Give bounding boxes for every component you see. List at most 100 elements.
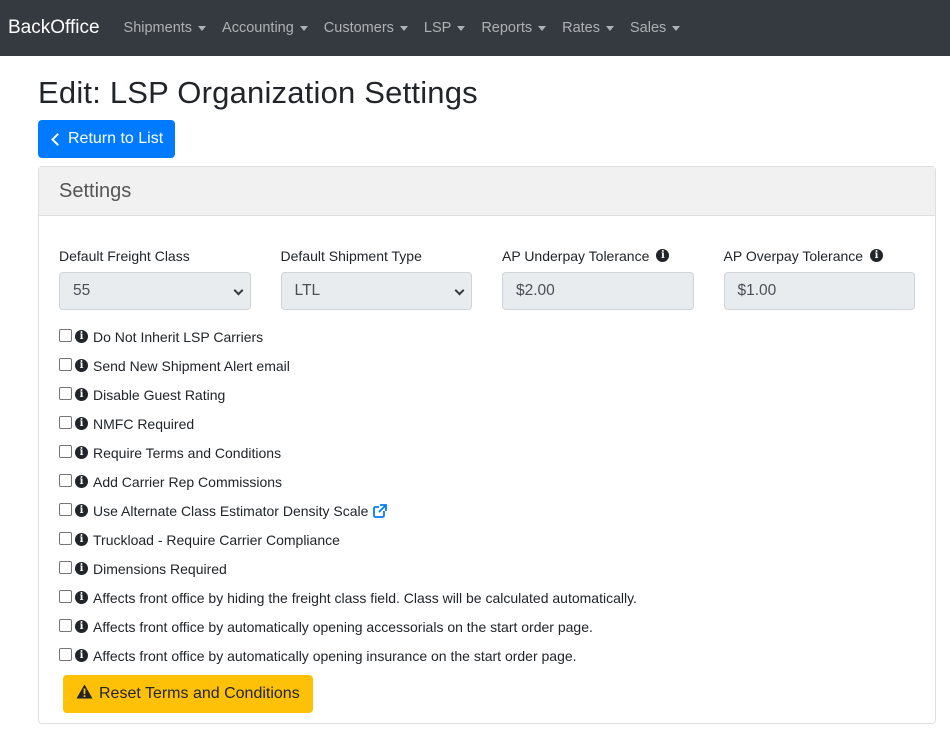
checkbox-label[interactable]: Do Not Inherit LSP Carriers: [93, 329, 263, 345]
checkbox-label[interactable]: Disable Guest Rating: [93, 387, 225, 403]
freight-class-group: Default Freight Class 55: [59, 246, 251, 311]
checkbox-label[interactable]: Affects front office by automatically op…: [93, 619, 593, 635]
settings-checkbox-list: i Do Not Inherit LSP Carriers i Send New S…: [59, 322, 915, 670]
info-icon[interactable]: i: [75, 446, 88, 460]
info-icon[interactable]: i: [75, 649, 88, 663]
checkbox[interactable]: [59, 328, 72, 342]
checkbox-row: i Affects front office by automatically o…: [59, 641, 915, 670]
checkbox-row: i Send New Shipment Alert email: [59, 351, 915, 380]
ap-overpay-label: AP Overpay Tolerance i: [724, 246, 916, 265]
ap-underpay-group: AP Underpay Tolerance i $2.00: [502, 246, 694, 311]
checkbox-row: i Affects front office by automatically o…: [59, 612, 915, 641]
caret-down-icon: [399, 25, 408, 31]
caret-down-icon: [606, 25, 614, 31]
top-navbar: BackOffice Shipments Accounting Customer…: [0, 0, 950, 56]
checkbox[interactable]: [59, 415, 72, 429]
settings-fields-row: Default Freight Class 55 Default Shipmen…: [59, 246, 916, 311]
caret-down-icon: [538, 25, 547, 31]
checkbox-row: i Disable Guest Rating: [59, 380, 915, 409]
shipment-type-label: Default Shipment Type: [281, 246, 473, 265]
checkbox-row: i Truckload - Require Carrier Compliance: [59, 525, 915, 554]
freight-class-label: Default Freight Class: [59, 246, 251, 265]
checkbox-row: i Do Not Inherit LSP Carriers: [59, 322, 915, 351]
info-icon[interactable]: i: [870, 249, 884, 263]
checkbox[interactable]: [59, 386, 72, 400]
settings-header: Settings: [39, 167, 935, 217]
checkbox-label[interactable]: Dimensions Required: [93, 561, 227, 577]
caret-down-icon: [299, 25, 308, 31]
ap-underpay-input[interactable]: $2.00: [502, 272, 694, 311]
info-icon[interactable]: i: [75, 359, 88, 373]
page-title: Edit: LSP Organization Settings: [38, 75, 478, 110]
info-icon[interactable]: i: [75, 562, 88, 576]
info-icon[interactable]: i: [75, 475, 88, 489]
nav-shipments[interactable]: Shipments: [116, 20, 215, 36]
nav-customers[interactable]: Customers: [316, 20, 416, 36]
caret-down-icon: [672, 25, 681, 31]
checkbox-label[interactable]: Affects front office by hiding the freig…: [93, 590, 637, 606]
checkbox[interactable]: [59, 589, 72, 603]
info-icon[interactable]: i: [75, 620, 88, 634]
brand-logo[interactable]: BackOffice: [8, 17, 100, 39]
checkbox-row: i NMFC Required: [59, 409, 915, 438]
checkbox-label[interactable]: Send New Shipment Alert email: [93, 358, 290, 374]
shipment-type-value: LTL: [294, 282, 321, 300]
info-icon[interactable]: i: [75, 533, 88, 547]
settings-card: Settings Default Freight Class 55 Defaul…: [38, 166, 936, 725]
shipment-type-select[interactable]: LTL: [280, 272, 472, 311]
checkbox-row: i Dimensions Required: [59, 554, 915, 583]
nav-accounting[interactable]: Accounting: [214, 20, 316, 36]
chevron-down-icon: [454, 285, 465, 296]
checkbox-label[interactable]: NMFC Required: [93, 416, 194, 432]
return-to-list-button[interactable]: Return to List: [38, 120, 176, 159]
shipment-type-group: Default Shipment Type LTL: [280, 246, 473, 311]
ap-underpay-label-text: AP Underpay Tolerance: [502, 247, 650, 264]
reset-terms-label: Reset Terms and Conditions: [99, 685, 300, 703]
checkbox[interactable]: [59, 618, 72, 632]
info-icon[interactable]: i: [75, 591, 88, 605]
checkbox[interactable]: [59, 531, 72, 545]
info-icon[interactable]: i: [75, 388, 88, 402]
checkbox-row: i Require Terms and Conditions: [59, 438, 915, 467]
caret-down-icon: [198, 25, 207, 31]
checkbox[interactable]: [59, 560, 72, 574]
ap-overpay-input[interactable]: $1.00: [723, 272, 915, 311]
return-to-list-label: Return to List: [68, 130, 164, 148]
checkbox[interactable]: [59, 444, 72, 458]
checkbox-label[interactable]: Truckload - Require Carrier Compliance: [93, 532, 340, 548]
reset-terms-button[interactable]: Reset Terms and Conditions: [63, 675, 313, 714]
nav-lsp[interactable]: LSP: [416, 20, 473, 36]
warning-icon: [76, 684, 93, 704]
checkbox-label[interactable]: Require Terms and Conditions: [93, 445, 281, 461]
chevron-down-icon: [233, 285, 243, 296]
checkbox[interactable]: [59, 502, 72, 516]
freight-class-value: 55: [73, 282, 91, 300]
info-icon[interactable]: i: [75, 330, 88, 344]
nav-label: Accounting: [222, 20, 294, 36]
checkbox-label[interactable]: Affects front office by automatically op…: [93, 648, 577, 664]
external-link-icon[interactable]: [373, 503, 388, 518]
ap-underpay-label: AP Underpay Tolerance i: [502, 246, 694, 265]
info-icon[interactable]: i: [75, 417, 88, 431]
caret-down-icon: [457, 25, 466, 31]
chevron-left-icon: [51, 132, 64, 146]
checkbox-label[interactable]: Add Carrier Rep Commissions: [93, 474, 282, 490]
freight-class-select[interactable]: 55: [59, 272, 251, 311]
nav-reports[interactable]: Reports: [473, 20, 554, 36]
nav-label: Shipments: [123, 20, 193, 36]
info-icon[interactable]: i: [656, 249, 670, 263]
ap-overpay-group: AP Overpay Tolerance i $1.00: [723, 246, 916, 311]
nav-label: Sales: [630, 20, 667, 36]
info-icon[interactable]: i: [75, 504, 88, 518]
nav-label: Customers: [323, 20, 394, 36]
checkbox[interactable]: [59, 357, 72, 371]
nav-label: Reports: [481, 20, 533, 36]
checkbox-label[interactable]: Use Alternate Class Estimator Density Sc…: [93, 503, 368, 519]
checkbox-row: i Use Alternate Class Estimator Density S…: [59, 496, 915, 525]
freight-class-label-text: Default Freight Class: [59, 247, 190, 264]
checkbox[interactable]: [59, 647, 72, 661]
checkbox[interactable]: [59, 473, 72, 487]
ap-overpay-label-text: AP Overpay Tolerance: [723, 247, 864, 264]
nav-sales[interactable]: Sales: [622, 20, 688, 36]
nav-rates[interactable]: Rates: [554, 20, 622, 36]
